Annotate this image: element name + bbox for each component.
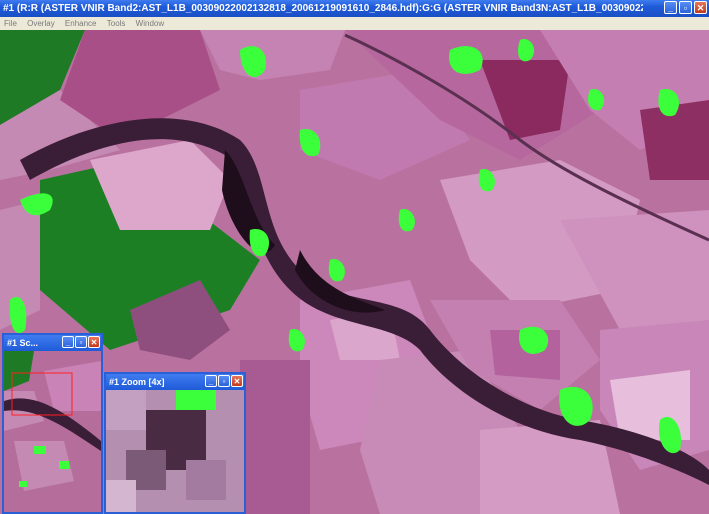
overview-image	[4, 351, 101, 512]
zoom-maximize-button[interactable]: ▫	[218, 375, 230, 387]
menu-enhance[interactable]: Enhance	[65, 19, 97, 28]
menu-overlay[interactable]: Overlay	[27, 19, 55, 28]
zoom-image[interactable]	[106, 390, 244, 512]
scroll-close-button[interactable]: ✕	[88, 336, 100, 348]
scroll-window-title: #1 Sc...	[7, 338, 39, 348]
scroll-window[interactable]: #1 Sc... _ ▫ ✕	[2, 333, 103, 514]
close-button[interactable]: ✕	[694, 1, 707, 14]
scroll-minimize-button[interactable]: _	[62, 336, 74, 348]
zoom-window-title: #1 Zoom [4x]	[109, 377, 165, 387]
zoom-window-title-bar[interactable]: #1 Zoom [4x] _ ▫ ✕	[106, 374, 244, 390]
main-title-bar[interactable]: #1 (R:R (ASTER VNIR Band2:AST_L1B_003090…	[0, 0, 709, 17]
minimize-button[interactable]: _	[664, 1, 677, 14]
scroll-image[interactable]	[4, 351, 101, 512]
zoomed-pixels	[106, 390, 244, 512]
menu-bar: File Overlay Enhance Tools Window	[0, 17, 709, 30]
zoom-window[interactable]: #1 Zoom [4x] _ ▫ ✕	[104, 372, 246, 514]
scroll-maximize-button[interactable]: ▫	[75, 336, 87, 348]
menu-file[interactable]: File	[4, 19, 17, 28]
window-title: #1 (R:R (ASTER VNIR Band2:AST_L1B_003090…	[3, 3, 643, 14]
menu-tools[interactable]: Tools	[107, 19, 126, 28]
zoom-close-button[interactable]: ✕	[231, 375, 243, 387]
menu-window[interactable]: Window	[136, 19, 164, 28]
scroll-window-title-bar[interactable]: #1 Sc... _ ▫ ✕	[4, 335, 101, 351]
maximize-button[interactable]: ▫	[679, 1, 692, 14]
zoom-minimize-button[interactable]: _	[205, 375, 217, 387]
